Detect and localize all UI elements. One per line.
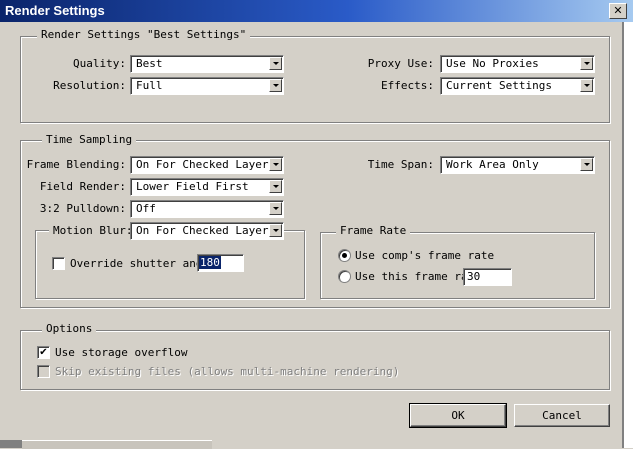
chevron-down-icon[interactable] xyxy=(269,158,282,171)
options-legend: Options xyxy=(42,322,97,335)
shutter-angle-input[interactable]: 180 xyxy=(197,254,244,272)
override-shutter-checkbox[interactable] xyxy=(52,257,65,270)
shutter-angle-value: 180 xyxy=(199,256,221,269)
chevron-down-icon[interactable] xyxy=(580,57,593,70)
resolution-value: Full xyxy=(136,79,163,92)
time-sampling-legend: Time Sampling xyxy=(42,133,137,146)
storage-overflow-label[interactable]: Use storage overflow xyxy=(55,346,187,359)
motion-blur-label: Motion Blur: xyxy=(49,224,137,237)
override-shutter-label[interactable]: Override shutter angl xyxy=(70,257,209,270)
field-render-label: Field Render: xyxy=(39,180,126,193)
skip-existing-checkbox[interactable] xyxy=(37,365,50,378)
quality-dropdown[interactable]: Best xyxy=(130,55,284,73)
frame-blending-value: On For Checked Layers xyxy=(136,158,276,171)
pulldown-value: Off xyxy=(136,202,156,215)
close-icon: ✕ xyxy=(613,4,623,17)
time-span-value: Work Area Only xyxy=(446,158,539,171)
time-span-label: Time Span: xyxy=(367,158,434,171)
quality-label: Quality: xyxy=(73,57,126,70)
cancel-button[interactable]: Cancel xyxy=(514,404,610,427)
frame-blending-label: Frame Blending: xyxy=(26,158,126,171)
proxy-use-dropdown[interactable]: Use No Proxies xyxy=(440,55,595,73)
taskbar-fragment xyxy=(0,440,22,448)
frame-blending-dropdown[interactable]: On For Checked Layers xyxy=(130,156,284,174)
chevron-down-icon[interactable] xyxy=(269,57,282,70)
frame-rate-legend: Frame Rate xyxy=(336,224,411,237)
proxy-use-value: Use No Proxies xyxy=(446,57,539,70)
resolution-dropdown[interactable]: Full xyxy=(130,77,284,95)
pulldown-label: 3:2 Pulldown: xyxy=(39,202,126,215)
render-settings-legend: Render Settings "Best Settings" xyxy=(37,28,251,41)
chevron-down-icon[interactable] xyxy=(580,158,593,171)
effects-label: Effects: xyxy=(381,79,434,92)
options-group xyxy=(20,330,610,390)
window-edge xyxy=(624,22,633,448)
frame-rate-input[interactable]: 30 xyxy=(463,268,512,286)
time-span-dropdown[interactable]: Work Area Only xyxy=(440,156,595,174)
field-render-dropdown[interactable]: Lower Field First xyxy=(130,178,284,196)
checkmark-icon: ✔ xyxy=(39,347,48,358)
pulldown-dropdown[interactable]: Off xyxy=(130,200,284,218)
motion-blur-dropdown[interactable]: On For Checked Layers xyxy=(130,222,284,240)
comp-frame-rate-radio[interactable] xyxy=(338,249,351,262)
frame-rate-group xyxy=(320,232,595,299)
ok-button[interactable]: OK xyxy=(409,403,507,428)
frame-rate-value: 30 xyxy=(467,270,481,283)
title-bar: Render Settings ✕ xyxy=(0,0,633,22)
chevron-down-icon[interactable] xyxy=(269,202,282,215)
storage-overflow-checkbox[interactable]: ✔ xyxy=(37,346,50,359)
field-render-value: Lower Field First xyxy=(136,180,249,193)
quality-value: Best xyxy=(136,57,163,70)
proxy-use-label: Proxy Use: xyxy=(367,57,434,70)
chevron-down-icon[interactable] xyxy=(269,79,282,92)
window-title: Render Settings xyxy=(5,3,105,18)
comp-frame-rate-label[interactable]: Use comp's frame rate xyxy=(355,249,494,262)
motion-blur-value: On For Checked Layers xyxy=(136,224,276,237)
skip-existing-label: Skip existing files (allows multi-machin… xyxy=(55,365,400,378)
resolution-label: Resolution: xyxy=(53,79,126,92)
close-button[interactable]: ✕ xyxy=(609,3,627,19)
effects-dropdown[interactable]: Current Settings xyxy=(440,77,595,95)
chevron-down-icon[interactable] xyxy=(269,224,282,237)
chevron-down-icon[interactable] xyxy=(269,180,282,193)
chevron-down-icon[interactable] xyxy=(580,79,593,92)
effects-value: Current Settings xyxy=(446,79,552,92)
custom-frame-rate-label[interactable]: Use this frame rat xyxy=(355,270,474,283)
custom-frame-rate-radio[interactable] xyxy=(338,270,351,283)
